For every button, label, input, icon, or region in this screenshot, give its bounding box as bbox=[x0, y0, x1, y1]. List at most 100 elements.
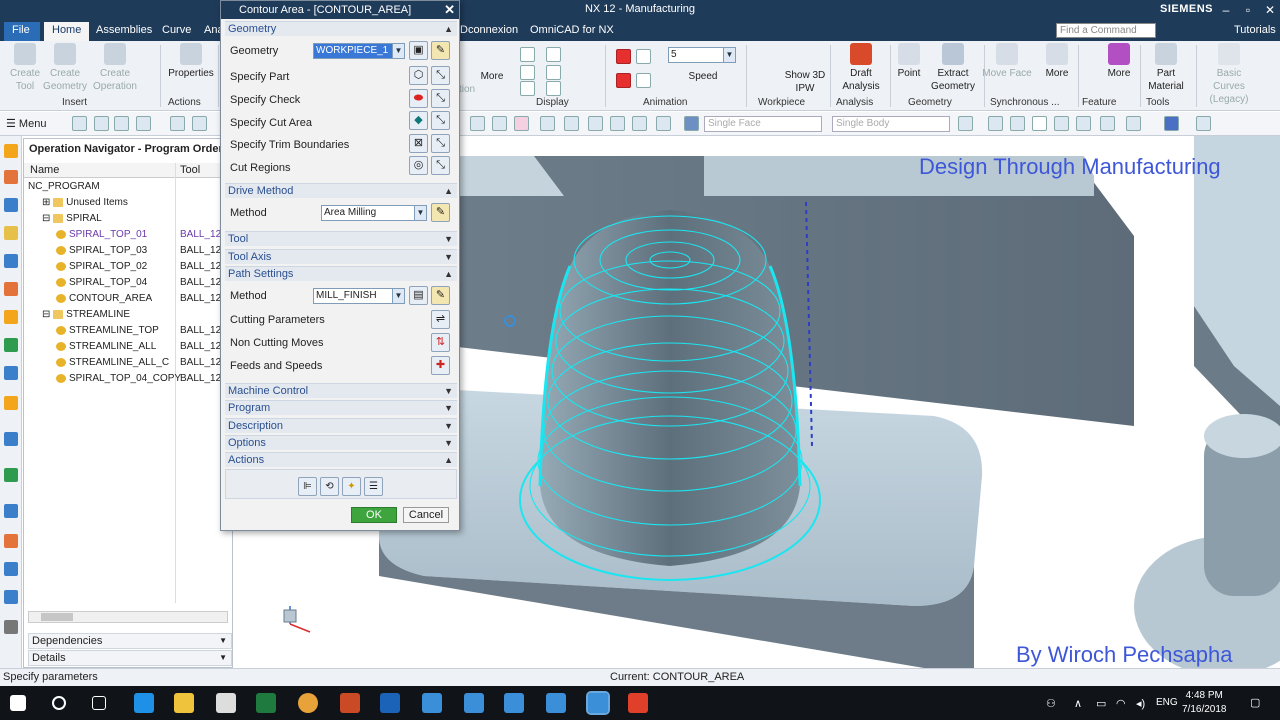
cancel-button[interactable]: Cancel bbox=[403, 507, 449, 523]
toolbar-icon-7[interactable] bbox=[470, 116, 485, 131]
table-row[interactable]: STREAMLINE_ALL BALL_12 bbox=[24, 339, 232, 355]
powerpoint-icon[interactable] bbox=[340, 693, 360, 713]
outlook-icon[interactable] bbox=[380, 693, 400, 713]
toolbar-icon-18[interactable] bbox=[988, 116, 1003, 131]
toolbar-icon-4[interactable] bbox=[136, 116, 151, 131]
specify-part-icon[interactable]: ⬡ bbox=[409, 66, 428, 85]
generate-icon[interactable]: ⊫ bbox=[298, 477, 317, 496]
notifications-icon[interactable]: ▢ bbox=[1250, 696, 1260, 709]
expander-icon[interactable]: ⊟ bbox=[42, 213, 53, 224]
toolbar-icon-19[interactable] bbox=[1010, 116, 1025, 131]
display-icon-1[interactable] bbox=[520, 47, 535, 62]
synchronous-more-button[interactable]: More bbox=[1032, 43, 1082, 80]
toolbar-icon-10[interactable] bbox=[540, 116, 555, 131]
cutting-parameters-icon[interactable]: ⇌ bbox=[431, 310, 450, 329]
horizontal-scrollbar[interactable] bbox=[28, 611, 228, 623]
replay-icon[interactable]: ⟲ bbox=[320, 477, 339, 496]
display-part-icon[interactable]: ⤡ bbox=[431, 66, 450, 85]
resource-icon-12[interactable] bbox=[4, 468, 18, 482]
toolbar-icon-16[interactable] bbox=[684, 116, 699, 131]
network-icon[interactable]: ▭ bbox=[1096, 697, 1106, 710]
table-row[interactable]: SPIRAL_TOP_01 BALL_12 bbox=[24, 227, 232, 243]
wifi-icon[interactable]: ◠ bbox=[1116, 697, 1126, 710]
resource-icon-6[interactable] bbox=[4, 282, 18, 296]
tab-omnicad[interactable]: OmniCAD for NX bbox=[522, 22, 622, 41]
step-icon-2[interactable] bbox=[636, 73, 651, 88]
section-options[interactable]: Options ▼ bbox=[225, 435, 457, 450]
resource-icon-9[interactable] bbox=[4, 366, 18, 380]
section-description[interactable]: Description ▼ bbox=[225, 418, 457, 433]
tab-curve[interactable]: Curve bbox=[154, 22, 199, 41]
more-button-1[interactable]: More bbox=[472, 70, 512, 83]
table-row[interactable]: ⊟ SPIRAL bbox=[24, 211, 232, 227]
table-row[interactable]: ⊟ STREAMLINE bbox=[24, 307, 232, 323]
table-row[interactable]: SPIRAL_TOP_02 BALL_12 bbox=[24, 259, 232, 275]
toolbar-icon-26[interactable] bbox=[1196, 116, 1211, 131]
toolbar-icon-15[interactable] bbox=[656, 116, 671, 131]
section-program[interactable]: Program ▼ bbox=[225, 400, 457, 415]
clock[interactable]: 4:48 PM 7/16/2018 bbox=[1182, 689, 1227, 717]
column-tool[interactable]: Tool bbox=[180, 164, 200, 176]
ok-button[interactable]: OK bbox=[351, 507, 397, 523]
toolbar-icon-5[interactable] bbox=[170, 116, 185, 131]
basic-curves-button[interactable]: Basic Curves (Legacy) bbox=[1200, 43, 1258, 106]
cut-regions-icon[interactable]: ◎ bbox=[409, 156, 428, 175]
section-drive-method[interactable]: Drive Method ▲ bbox=[225, 183, 457, 198]
new-geometry-icon[interactable]: ▣ bbox=[409, 41, 428, 60]
point-button[interactable]: Point bbox=[884, 43, 934, 80]
nx-icon-1[interactable] bbox=[422, 693, 442, 713]
dependencies-panel[interactable]: Dependencies ▼ bbox=[28, 633, 232, 649]
speed-select[interactable]: 5 ▼ bbox=[668, 47, 736, 63]
task-view-icon[interactable] bbox=[92, 696, 106, 710]
specify-trim-icon[interactable]: ⊠ bbox=[409, 134, 428, 153]
edge-icon[interactable] bbox=[134, 693, 154, 713]
extract-geometry-button[interactable]: Extract Geometry bbox=[928, 43, 978, 93]
properties-button[interactable]: Properties bbox=[166, 43, 216, 80]
search-icon[interactable] bbox=[52, 696, 66, 710]
toolbar-icon-6[interactable] bbox=[192, 116, 207, 131]
draft-analysis-button[interactable]: Draft Analysis bbox=[836, 43, 886, 93]
dialog-close-icon[interactable]: ✕ bbox=[444, 2, 455, 18]
toolbar-icon-9[interactable] bbox=[514, 116, 529, 131]
table-row[interactable]: CONTOUR_AREA BALL_12 bbox=[24, 291, 232, 307]
table-row[interactable]: SPIRAL_TOP_03 BALL_12 bbox=[24, 243, 232, 259]
windows-start-icon[interactable] bbox=[10, 695, 26, 711]
display-regions-icon[interactable]: ⤡ bbox=[431, 156, 450, 175]
toolbar-icon-11[interactable] bbox=[564, 116, 579, 131]
resource-icon-3[interactable] bbox=[4, 198, 18, 212]
store-icon[interactable] bbox=[216, 693, 236, 713]
dialog-title-bar[interactable]: Contour Area - [CONTOUR_AREA] bbox=[221, 1, 459, 19]
toolbar-icon-3[interactable] bbox=[114, 116, 129, 131]
maximize-icon[interactable]: ▫ bbox=[1240, 2, 1256, 18]
geometry-select[interactable]: WORKPIECE_1 ▼ bbox=[313, 43, 405, 59]
file-explorer-icon[interactable] bbox=[174, 693, 194, 713]
display-icon-3[interactable] bbox=[520, 65, 535, 80]
resource-icon-2[interactable] bbox=[4, 170, 18, 184]
move-face-button[interactable]: Move Face bbox=[982, 43, 1032, 80]
specify-cut-area-icon[interactable]: ◆ bbox=[409, 111, 428, 130]
tray-chevron-icon[interactable]: ∧ bbox=[1074, 697, 1082, 710]
volume-icon[interactable]: ◂) bbox=[1136, 697, 1145, 710]
details-panel[interactable]: Details ▼ bbox=[28, 650, 232, 666]
face-filter-select[interactable]: Single Face bbox=[704, 116, 822, 132]
nx-icon-3[interactable] bbox=[504, 693, 524, 713]
excel-icon[interactable] bbox=[256, 693, 276, 713]
section-path-settings[interactable]: Path Settings ▲ bbox=[225, 266, 457, 281]
close-icon[interactable]: ✕ bbox=[1262, 2, 1278, 18]
resource-icon-10[interactable] bbox=[4, 396, 18, 410]
pause-icon[interactable] bbox=[616, 73, 631, 88]
table-row[interactable]: STREAMLINE_TOP BALL_12 bbox=[24, 323, 232, 339]
drive-method-select[interactable]: Area Milling ▼ bbox=[321, 205, 427, 221]
toolbar-icon-23[interactable] bbox=[1100, 116, 1115, 131]
edit-geometry-icon[interactable]: ✎ bbox=[431, 41, 450, 60]
resource-icon-4[interactable] bbox=[4, 226, 18, 240]
tab-file[interactable]: File bbox=[4, 22, 40, 41]
table-row[interactable]: SPIRAL_TOP_04_COPY BALL_12 bbox=[24, 371, 232, 387]
section-tool[interactable]: Tool ▼ bbox=[225, 231, 457, 246]
display-cut-area-icon[interactable]: ⤡ bbox=[431, 111, 450, 130]
toolbar-icon-12[interactable] bbox=[588, 116, 603, 131]
toolbar-icon-21[interactable] bbox=[1054, 116, 1069, 131]
path-method-select[interactable]: MILL_FINISH ▼ bbox=[313, 288, 405, 304]
toolbar-icon-14[interactable] bbox=[632, 116, 647, 131]
toolbar-icon-8[interactable] bbox=[492, 116, 507, 131]
